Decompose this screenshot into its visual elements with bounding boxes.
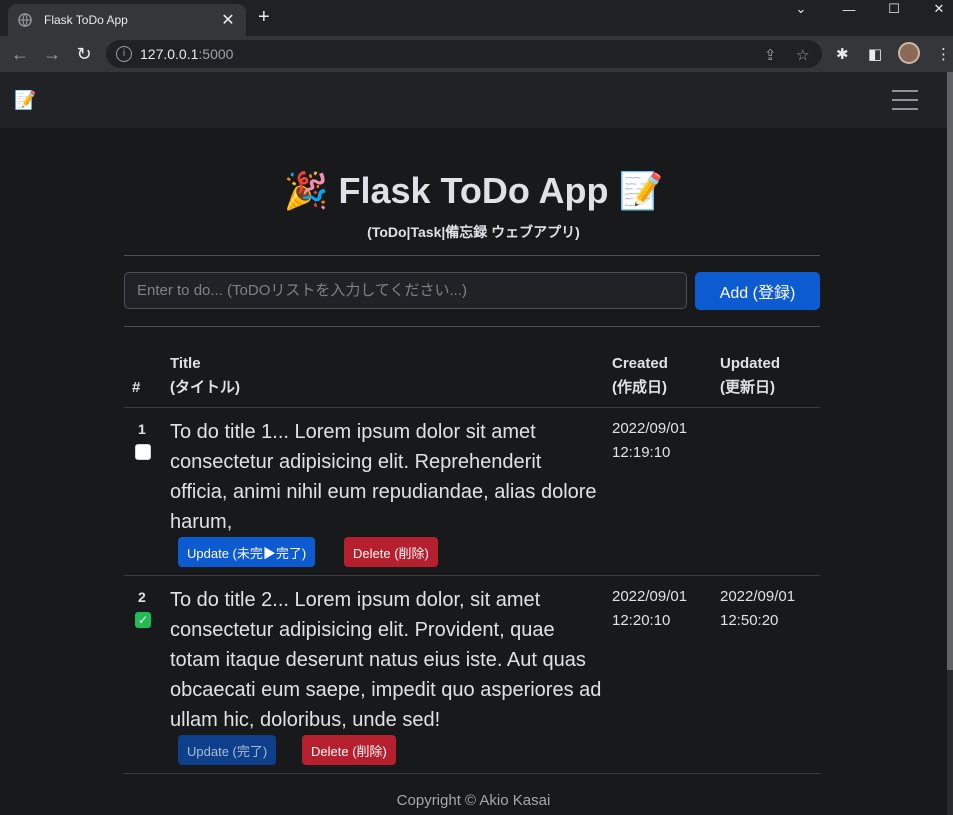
row-divider (124, 773, 820, 774)
col-header-created: Created (作成日) (612, 355, 668, 396)
url-text: 127.0.0.1:5000 (140, 46, 234, 62)
minimize-icon[interactable]: — (840, 0, 858, 18)
scrollbar-thumb[interactable] (947, 72, 953, 670)
done-checkbox[interactable] (135, 444, 151, 460)
row-divider (124, 575, 820, 576)
new-tab-icon[interactable]: + (258, 6, 270, 29)
col-header-updated: Updated (更新日) (720, 355, 780, 396)
row-number: 2 (138, 589, 146, 605)
hamburger-menu-icon[interactable] (892, 90, 918, 110)
divider (124, 255, 820, 256)
memo-icon: 📝 (618, 170, 664, 211)
extensions-icon[interactable]: ✱ (836, 45, 849, 63)
add-button[interactable]: Add (登録) (695, 272, 820, 310)
tab-search-icon[interactable]: ⌄ (792, 0, 810, 18)
close-window-icon[interactable]: ✕ (930, 0, 948, 18)
created-date: 2022/09/01 12:19:10 (612, 420, 688, 461)
page-subtitle: (ToDo|Task|備忘録 ウェブアプリ) (367, 224, 580, 240)
row-number: 1 (138, 421, 146, 437)
reload-icon[interactable]: ↻ (74, 44, 94, 64)
back-icon[interactable]: ← (10, 44, 30, 64)
check-icon: ✓ (137, 613, 149, 627)
maximize-icon[interactable]: ☐ (885, 0, 903, 18)
footer-copyright: Copyright © Akio Kasai (396, 792, 551, 809)
site-info-icon[interactable]: i (116, 46, 132, 62)
forward-icon[interactable]: → (42, 44, 62, 64)
profile-avatar[interactable] (898, 42, 920, 64)
todo-input[interactable] (124, 272, 687, 309)
created-date: 2022/09/01 12:20:10 (612, 588, 688, 629)
navbar: 📝 (0, 72, 947, 128)
update-button[interactable]: Update (完了) (178, 735, 277, 765)
col-header-num: # (132, 379, 141, 396)
delete-button[interactable]: Delete (削除) (302, 735, 396, 765)
updated-date: 2022/09/01 12:50:20 (720, 588, 796, 629)
update-button[interactable]: Update (未完▶完了) (178, 537, 316, 567)
browser-tab[interactable]: Flask ToDo App ✕ (8, 4, 246, 36)
table-header-line (124, 407, 820, 408)
done-checkbox[interactable]: ✓ (135, 612, 151, 628)
side-panel-icon[interactable]: ◧ (868, 45, 882, 63)
todo-title: To do title 1... Lorem ipsum dolor sit a… (170, 421, 597, 533)
col-header-title: Title (タイトル) (170, 355, 240, 396)
browser-tabbar: Flask ToDo App ✕ + ⌄ — ☐ ✕ (0, 0, 953, 36)
party-popper-icon: 🎉 (283, 170, 329, 211)
page-scrollbar[interactable] (947, 72, 953, 815)
globe-icon (18, 13, 32, 27)
page-content: 📝 🎉 Flask ToDo App 📝 (ToDo|Task|備忘録 ウェブア… (0, 72, 947, 815)
tab-title: Flask ToDo App (44, 13, 128, 27)
page-title: 🎉 Flask ToDo App 📝 (283, 170, 664, 211)
share-icon[interactable]: ⇪ (764, 46, 777, 64)
address-bar[interactable]: i 127.0.0.1:5000 ⇪ ☆ (106, 40, 822, 68)
close-tab-icon[interactable]: ✕ (220, 10, 236, 30)
bookmark-star-icon[interactable]: ☆ (796, 46, 809, 64)
todo-title: To do title 2... Lorem ipsum dolor, sit … (170, 589, 602, 731)
divider (124, 326, 820, 327)
menu-kebab-icon[interactable]: ⋮ (936, 45, 951, 63)
brand-memo-icon[interactable]: 📝 (14, 90, 36, 111)
browser-toolbar: ← → ↻ i 127.0.0.1:5000 ⇪ ☆ ✱ ◧ ⋮ (0, 36, 953, 72)
delete-button[interactable]: Delete (削除) (344, 537, 438, 567)
